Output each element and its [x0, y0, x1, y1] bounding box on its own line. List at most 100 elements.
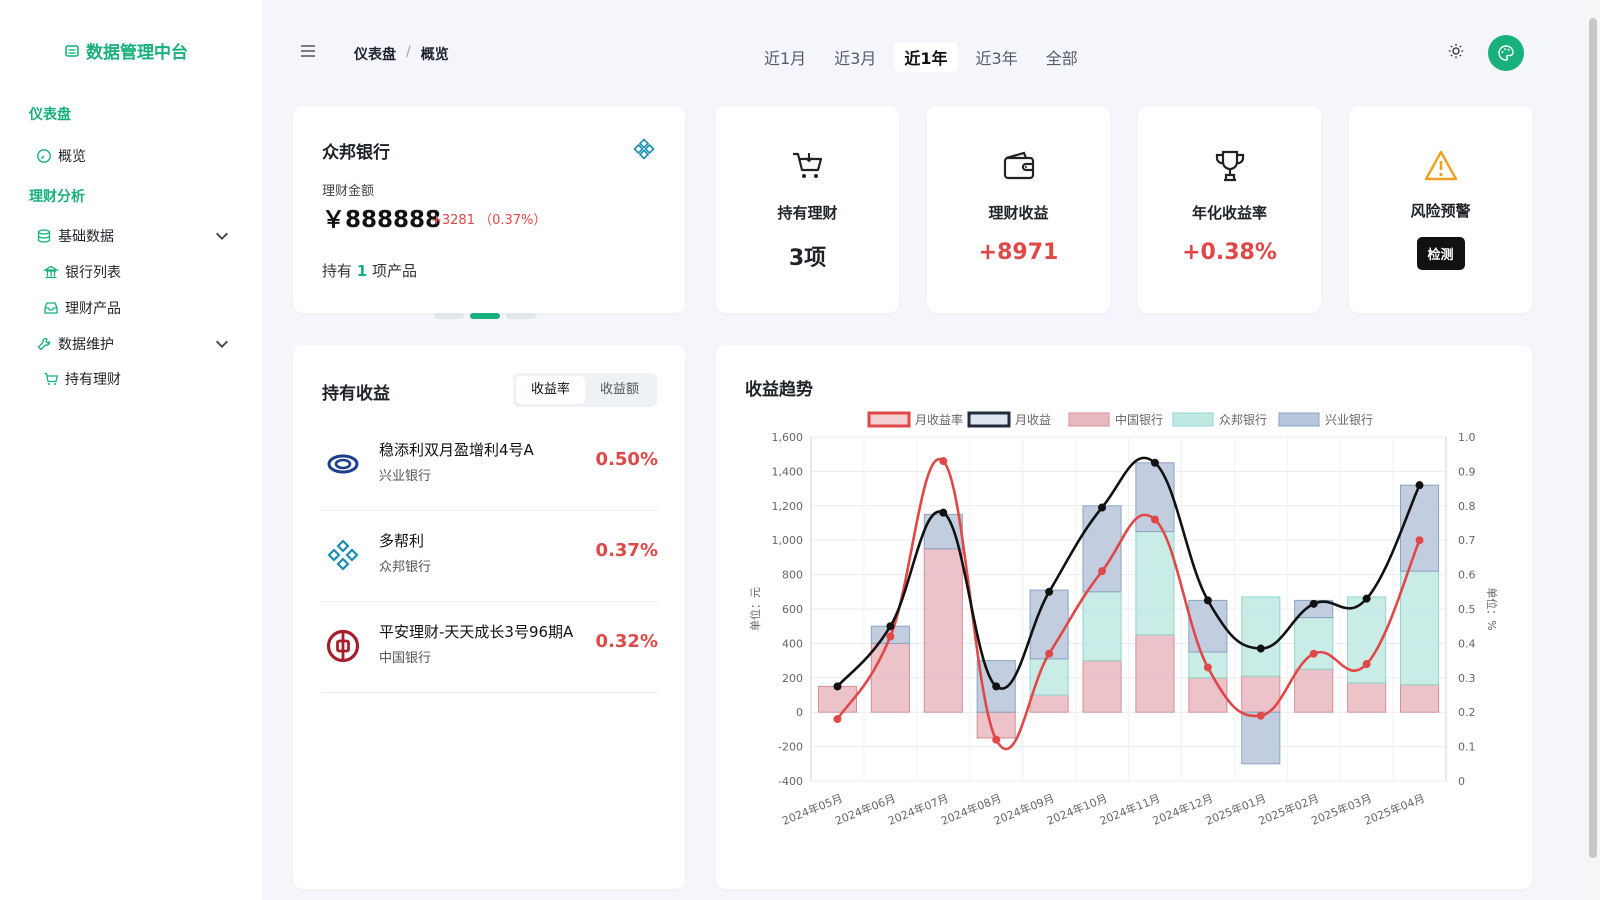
data-point [1045, 649, 1054, 658]
section-dashboard: 仪表盘 [29, 107, 71, 123]
carousel-dot[interactable] [506, 313, 536, 319]
tab-1-month[interactable]: 近1月 [754, 42, 816, 72]
bar [1399, 484, 1440, 572]
y-tick-label: 1,200 [772, 500, 804, 513]
amount-label: 理财金额 [322, 184, 375, 199]
sidebar-item-holdings[interactable]: 持有理财 [43, 369, 121, 389]
carousel-dot-active[interactable] [470, 313, 500, 319]
zb-logo-icon [327, 539, 359, 571]
tab-amount[interactable]: 收益额 [585, 376, 654, 404]
data-point [1309, 599, 1318, 608]
scrollbar[interactable] [1586, 0, 1600, 900]
bar [1082, 660, 1122, 713]
tab-3-years[interactable]: 近3年 [966, 42, 1028, 72]
data-point [1362, 660, 1371, 669]
y2-tick-label: 0.5 [1458, 603, 1476, 616]
app-logo[interactable]: 数据管理中台 [64, 38, 188, 63]
list-item[interactable]: 多帮利 众邦银行 0.37% [322, 512, 658, 602]
sidebar: 数据管理中台 仪表盘 概览 理财分析 基础数据 银行列表 理财产品 数据维护 持… [0, 0, 262, 900]
zb-bank-logo-icon [633, 138, 655, 160]
sun-icon[interactable] [1448, 43, 1464, 59]
sidebar-item-label: 基础数据 [58, 229, 114, 245]
bank-summary-card[interactable]: 众邦银行 理财金额 ￥888888 +3281 （0.37%） 持有 1 项产品 [293, 106, 685, 313]
legend-swatch [967, 411, 1011, 428]
data-point [1150, 458, 1159, 467]
scroll-thumb[interactable] [1589, 18, 1597, 858]
y2-tick-label: 1.0 [1458, 431, 1476, 444]
bar [1294, 668, 1334, 713]
data-point [1309, 649, 1318, 658]
y-tick-label: -200 [778, 741, 803, 754]
stat-card-holdings[interactable]: 持有理财 3项 [716, 106, 899, 313]
x-tick-label: 2025年04月 [1362, 791, 1427, 828]
y-tick-label: 800 [782, 569, 803, 582]
holdings-title: 持有收益 [322, 384, 390, 404]
y2-tick-label: 0.4 [1458, 637, 1476, 650]
y2-tick-label: 0.6 [1458, 569, 1476, 582]
data-point [1256, 711, 1265, 720]
sidebar-item-bank-list[interactable]: 银行列表 [43, 262, 121, 282]
database-logo-icon [65, 44, 79, 57]
list-item[interactable]: 平安理财-天天成长3号96期A 中国银行 0.32% [322, 603, 658, 693]
carousel-dots [434, 313, 536, 319]
bar [1029, 658, 1069, 696]
data-point [1150, 515, 1159, 524]
y-tick-label: -400 [778, 775, 803, 788]
y2-axis-label: 单位：% [1485, 587, 1499, 630]
stat-value: +0.38% [1182, 240, 1277, 265]
sidebar-item-basic-data[interactable]: 基础数据 [36, 226, 234, 246]
sidebar-item-label: 银行列表 [65, 265, 121, 281]
trophy-icon [1215, 150, 1244, 182]
stat-label: 持有理财 [777, 204, 838, 222]
sidebar-item-maintenance[interactable]: 数据维护 [36, 334, 234, 354]
bar [923, 548, 963, 713]
product-name: 稳添利双月盈增利4号A [379, 441, 534, 459]
hold-count: 1 [356, 262, 368, 280]
carousel-dot[interactable] [434, 313, 464, 319]
data-point [833, 682, 842, 691]
detect-button[interactable]: 检测 [1416, 237, 1465, 270]
tab-3-months[interactable]: 近3月 [824, 42, 886, 72]
breadcrumb-separator: / [406, 44, 411, 60]
sidebar-item-label: 理财产品 [65, 301, 121, 317]
data-point [992, 682, 1001, 691]
bar [1241, 596, 1281, 677]
breadcrumb: 仪表盘 / 概览 [354, 44, 449, 64]
product-bank: 中国银行 [379, 651, 432, 666]
tab-1-year[interactable]: 近1年 [894, 42, 958, 72]
data-point [1362, 594, 1371, 603]
stat-card-income[interactable]: 理财收益 +8971 [927, 106, 1110, 313]
bar [1082, 591, 1122, 662]
menu-icon[interactable] [300, 44, 316, 58]
legend-swatch [867, 411, 911, 428]
product-rate: 0.37% [595, 540, 658, 561]
bar [1241, 711, 1281, 765]
tab-rate[interactable]: 收益率 [516, 376, 585, 404]
product-name: 多帮利 [379, 532, 425, 550]
wallet-icon [1003, 151, 1034, 180]
bar [1188, 599, 1228, 653]
section-finance: 理财分析 [29, 189, 85, 205]
topbar: 仪表盘 / 概览 近1月 近3月 近1年 近3年 全部 [262, 0, 1572, 104]
stat-card-risk: 风险预警 检测 [1349, 106, 1532, 313]
stat-card-annual-rate[interactable]: 年化收益率 +0.38% [1138, 106, 1321, 313]
bar [870, 642, 910, 713]
income-trend-chart[interactable]: -400 -200 0 200 400 600 800 1,000 1,200 1,400 1,60… [716, 345, 1532, 889]
data-point [1098, 503, 1107, 512]
breadcrumb-overview: 概览 [420, 47, 449, 63]
sidebar-item-overview[interactable]: 概览 [36, 146, 86, 166]
avatar[interactable] [1488, 35, 1524, 71]
list-item[interactable]: 稳添利双月盈增利4号A 兴业银行 0.50% [322, 421, 658, 511]
data-point [886, 622, 895, 631]
hold-suffix: 项产品 [372, 262, 418, 280]
y-tick-label: 1,000 [772, 534, 804, 547]
sidebar-item-products[interactable]: 理财产品 [43, 298, 121, 318]
chevron-down-icon[interactable] [214, 336, 230, 352]
sidebar-item-label: 概览 [58, 149, 86, 165]
product-rate: 0.32% [595, 631, 658, 652]
chevron-down-icon[interactable] [214, 228, 230, 244]
y-tick-label: 1,400 [772, 465, 804, 478]
tab-all[interactable]: 全部 [1036, 42, 1088, 72]
data-point [1045, 587, 1054, 596]
breadcrumb-dashboard[interactable]: 仪表盘 [354, 44, 396, 64]
